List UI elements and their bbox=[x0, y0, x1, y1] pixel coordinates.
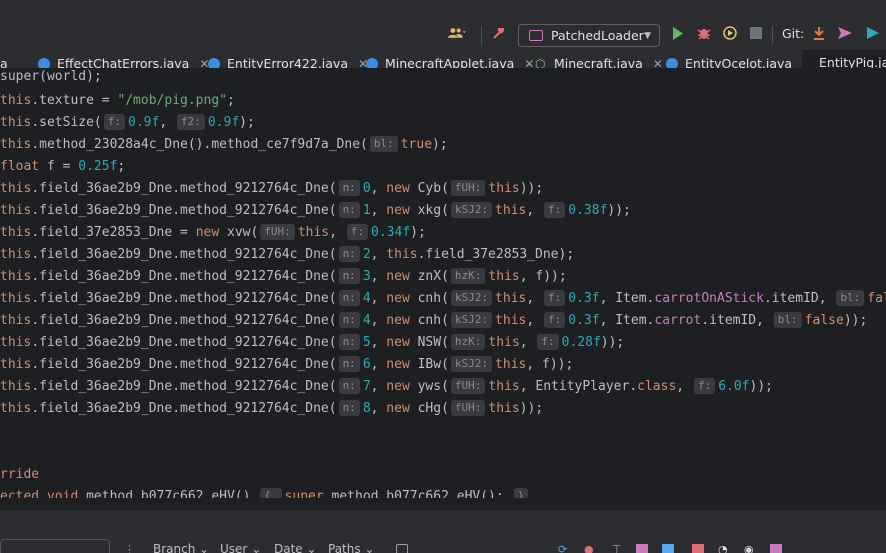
parameter-hint: n: bbox=[338, 268, 360, 284]
run-icon[interactable] bbox=[669, 24, 687, 42]
parameter-hint: n: bbox=[338, 400, 360, 416]
parameter-hint: f: bbox=[544, 290, 566, 306]
code-line: this.field_36ae2b9_Dne.method_9212764c_D… bbox=[0, 312, 868, 328]
parameter-hint: bl: bbox=[369, 136, 398, 152]
stop-icon[interactable] bbox=[747, 24, 765, 42]
refresh-icon[interactable]: ⟳ bbox=[558, 544, 570, 553]
chevron-down-icon: ⌄ bbox=[251, 542, 262, 553]
code-line: super(world); bbox=[0, 69, 102, 84]
parameter-hint: n: bbox=[338, 356, 360, 372]
parameter-hint: bl: bbox=[773, 312, 802, 328]
git-pull-request-icon[interactable] bbox=[864, 24, 882, 42]
expand-icon[interactable] bbox=[770, 544, 782, 553]
code-line: this.field_37e2853_Dne = new xvw(fUH: thi… bbox=[0, 224, 426, 240]
parameter-hint: hzK: bbox=[450, 268, 486, 284]
code-line: this.field_36ae2b9_Dne.method_9212764c_D… bbox=[0, 202, 631, 218]
parameter-hint: n: bbox=[338, 290, 360, 306]
code-line: this.field_36ae2b9_Dne.method_9212764c_D… bbox=[0, 356, 574, 372]
parameter-hint: n: bbox=[338, 312, 360, 328]
parameter-hint: f: bbox=[544, 312, 566, 328]
diff-icon[interactable] bbox=[692, 544, 704, 553]
configuration-icon bbox=[529, 30, 543, 41]
parameter-hint: bl: bbox=[836, 290, 865, 306]
pin-icon[interactable]: ⊤ bbox=[612, 544, 624, 553]
user-filter[interactable]: User ⌄ bbox=[220, 542, 261, 553]
parameter-hint: kSJ2: bbox=[450, 356, 493, 372]
parameter-hint: f: bbox=[346, 224, 369, 240]
run-configuration-label: PatchedLoader bbox=[551, 28, 644, 43]
branch-filter[interactable]: Branch ⌄ bbox=[153, 542, 209, 553]
code-line: this.field_36ae2b9_Dne.method_9212764c_D… bbox=[0, 334, 625, 350]
code-line: this.field_36ae2b9_Dne.method_9212764c_D… bbox=[0, 400, 544, 416]
parameter-hint: hzK: bbox=[450, 334, 486, 350]
code-line: this.field_36ae2b9_Dne.method_9212764c_D… bbox=[0, 290, 886, 306]
user-icon[interactable] bbox=[448, 24, 466, 42]
parameter-hint: kSJ2: bbox=[450, 290, 493, 306]
coverage-icon[interactable] bbox=[721, 24, 739, 42]
parameter-hint: n: bbox=[338, 334, 360, 350]
cherry-pick-icon[interactable]: ● bbox=[584, 544, 596, 553]
chevron-down-icon: ⌄ bbox=[199, 542, 210, 553]
parameter-hint: f: bbox=[544, 202, 566, 218]
parameter-hint: n: bbox=[338, 202, 360, 218]
code-line: this.field_36ae2b9_Dne.method_9212764c_D… bbox=[0, 246, 575, 262]
run-configuration-selector[interactable]: PatchedLoader ▼ bbox=[518, 24, 660, 47]
grid-icon[interactable] bbox=[636, 544, 648, 553]
parameter-hint: kSJ2: bbox=[450, 202, 493, 218]
new-window-icon[interactable] bbox=[396, 544, 408, 553]
parameter-hint: fUH: bbox=[450, 180, 486, 196]
code-line: this.field_36ae2b9_Dne.method_9212764c_D… bbox=[0, 180, 544, 196]
parameter-hint: fUH: bbox=[450, 378, 486, 394]
chevron-down-icon: ▼ bbox=[644, 30, 651, 41]
chevron-down-icon: ⌄ bbox=[364, 542, 375, 553]
parameter-hint: fUH: bbox=[450, 400, 486, 416]
date-filter[interactable]: Date ⌄ bbox=[274, 542, 317, 553]
parameter-hint: f: bbox=[537, 334, 559, 350]
code-line: this.setSize(f: 0.9f, f2: 0.9f); bbox=[0, 114, 255, 130]
debug-icon[interactable] bbox=[695, 24, 713, 42]
history-icon[interactable]: ◔ bbox=[718, 544, 730, 553]
horizontal-scrollbar[interactable] bbox=[0, 498, 886, 510]
git-label: Git: bbox=[782, 26, 805, 41]
main-toolbar: PatchedLoader ▼ Git: bbox=[0, 0, 886, 50]
parameter-hint: f2: bbox=[176, 114, 205, 130]
parameter-hint: n: bbox=[338, 180, 360, 196]
code-line: this.texture = "/mob/pig.png"; bbox=[0, 93, 235, 108]
settings-icon[interactable]: ◉ bbox=[744, 544, 756, 553]
code-line: rride bbox=[0, 467, 40, 482]
parameter-hint: f: bbox=[693, 378, 716, 394]
code-line: ected void method_b077c662_eHV() { super… bbox=[0, 486, 531, 498]
paths-filter[interactable]: Paths ⌄ bbox=[328, 542, 375, 553]
parameter-hint: kSJ2: bbox=[450, 312, 493, 328]
build-hammer-icon[interactable] bbox=[490, 24, 508, 42]
code-line: this.method_23028a4c_Dne().method_ce7f9d… bbox=[0, 136, 448, 152]
more-vertical-icon[interactable]: ⋮ bbox=[124, 544, 136, 553]
toolbar-separator bbox=[772, 26, 773, 44]
layout-icon[interactable] bbox=[662, 544, 674, 553]
toolbar-separator bbox=[481, 26, 482, 44]
git-push-icon[interactable] bbox=[836, 24, 854, 42]
code-line: this.field_36ae2b9_Dne.method_9212764c_D… bbox=[0, 378, 773, 394]
git-log-panel: ⋮ Branch ⌄ User ⌄ Date ⌄ Paths ⌄ ⟳ ● ⊤ ◔… bbox=[0, 512, 886, 553]
parameter-hint: n: bbox=[338, 378, 360, 394]
git-update-icon[interactable] bbox=[810, 24, 828, 42]
parameter-hint: n: bbox=[338, 246, 360, 262]
chevron-down-icon: ⌄ bbox=[306, 542, 317, 553]
code-line: float f = 0.25f; bbox=[0, 159, 126, 174]
code-editor[interactable]: super(world); this.texture = "/mob/pig.p… bbox=[0, 68, 886, 498]
parameter-hint: f: bbox=[103, 114, 126, 130]
git-log-search-input[interactable] bbox=[0, 539, 110, 553]
code-line: this.field_36ae2b9_Dne.method_9212764c_D… bbox=[0, 268, 567, 284]
parameter-hint: fUH: bbox=[260, 224, 295, 240]
